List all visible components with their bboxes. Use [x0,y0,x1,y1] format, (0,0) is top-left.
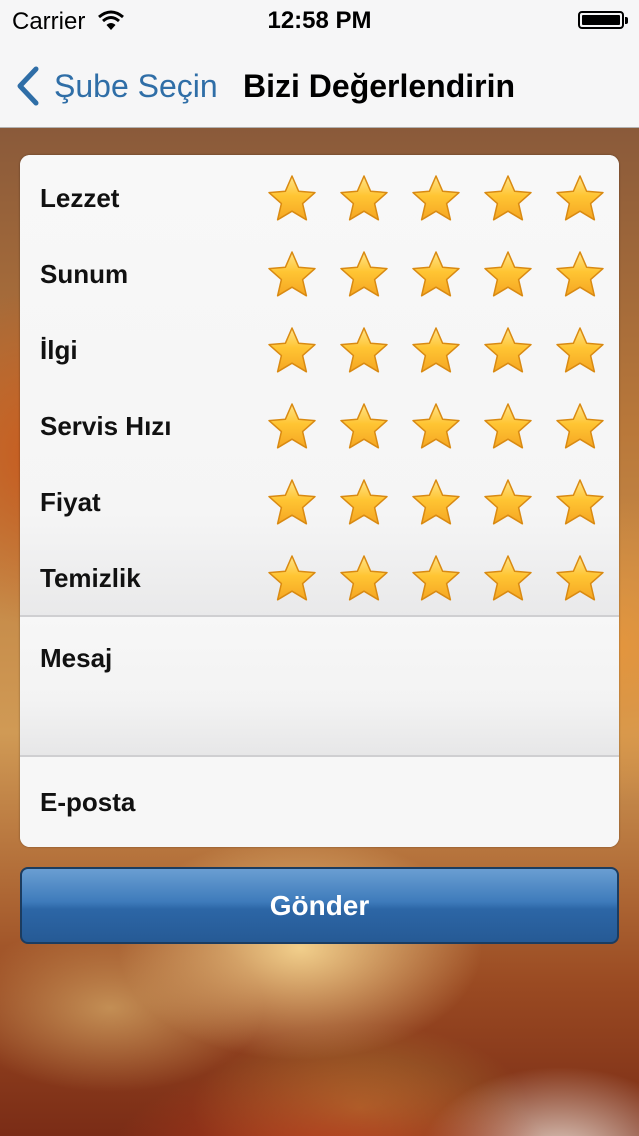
star-icon[interactable] [554,401,606,453]
star-icon[interactable] [266,173,318,225]
star-icon[interactable] [554,477,606,529]
star-icon[interactable] [266,477,318,529]
star-icon[interactable] [338,173,390,225]
star-icon[interactable] [482,401,534,453]
star-icon[interactable] [266,325,318,377]
star-icon[interactable] [410,173,462,225]
star-icon[interactable] [410,401,462,453]
star-icon[interactable] [482,173,534,225]
email-label: E-posta [40,787,136,817]
star-icon[interactable] [338,477,390,529]
rating-label: İlgi [40,335,78,365]
star-icon[interactable] [554,553,606,605]
back-button[interactable]: Şube Seçin [14,64,218,108]
rating-row: Temizlik [20,539,619,615]
star-icon[interactable] [410,477,462,529]
status-bar: Carrier 12:58 PM [0,0,639,40]
rating-form: Lezzet Sunum İlgi Servis Hızı Fiyat Temizlik … [20,155,619,847]
star-icon[interactable] [482,325,534,377]
page-title: Bizi Değerlendirin [243,68,516,104]
back-label: Şube Seçin [54,67,218,104]
star-icon[interactable] [410,553,462,605]
rating-label: Servis Hızı [40,411,172,441]
rating-row: İlgi [20,311,619,387]
rating-row: Fiyat [20,463,619,539]
star-icon[interactable] [338,553,390,605]
rating-row: Lezzet [20,159,619,235]
rating-label: Sunum [40,259,129,289]
rating-label: Lezzet [40,183,120,213]
star-icon[interactable] [338,325,390,377]
star-icon[interactable] [410,325,462,377]
clock: 12:58 PM [267,7,372,34]
star-icon[interactable] [266,401,318,453]
star-icon[interactable] [266,553,318,605]
ratings-section: Lezzet Sunum İlgi Servis Hızı Fiyat Temizlik [20,155,619,617]
star-icon[interactable] [554,173,606,225]
star-icon[interactable] [266,249,318,301]
rating-row: Servis Hızı [20,387,619,463]
star-icon[interactable] [554,249,606,301]
star-icon[interactable] [482,249,534,301]
star-icon[interactable] [482,553,534,605]
message-label: Mesaj [40,643,113,673]
rating-row: Sunum [20,235,619,311]
rating-label: Temizlik [40,563,141,593]
star-icon[interactable] [554,325,606,377]
star-icon[interactable] [482,477,534,529]
chevron-left-icon [17,66,39,106]
navigation-bar: Şube Seçin Bizi Değerlendirin [0,40,639,128]
submit-button[interactable]: Gönder [20,867,619,944]
message-field[interactable]: Mesaj [20,617,619,757]
email-field[interactable]: E-posta [20,757,619,847]
rating-label: Fiyat [40,487,101,517]
star-icon[interactable] [338,249,390,301]
battery-icon [578,11,628,29]
star-icon[interactable] [338,401,390,453]
star-icon[interactable] [410,249,462,301]
